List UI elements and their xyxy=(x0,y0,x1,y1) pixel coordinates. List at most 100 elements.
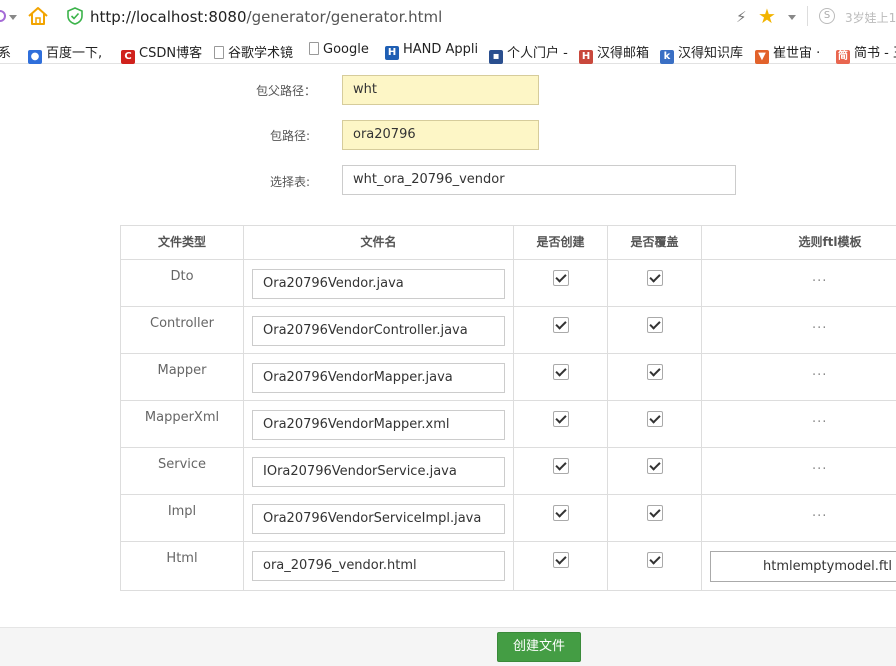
bookmark-label: 系 xyxy=(0,46,12,61)
cover-checkbox[interactable] xyxy=(647,317,663,333)
search-suggestion[interactable]: 3岁娃上1 xyxy=(845,9,896,26)
bookmark-item[interactable]: 系 xyxy=(0,42,11,61)
table-border xyxy=(120,541,896,542)
bookmark-label: 崔世宙 · xyxy=(773,46,821,61)
table-select-label: 选择表: xyxy=(270,175,311,189)
row-type-label: Impl xyxy=(167,504,197,519)
bookmark-label: HAND Appli xyxy=(403,42,479,57)
bookmark-item[interactable]: 简简书 - 王 xyxy=(836,42,896,64)
bookmark-item[interactable]: ▪ 个人门户 - xyxy=(489,42,568,64)
hand-icon: H xyxy=(385,46,399,60)
bookmark-label: 百度一下, xyxy=(46,46,103,61)
table-border xyxy=(513,225,514,591)
bookmark-item[interactable]: ● 百度一下, xyxy=(28,42,102,64)
table-border xyxy=(120,400,896,401)
row-type-label: Dto xyxy=(170,269,194,284)
header-template: 选则ftl模板 xyxy=(798,235,862,249)
cover-checkbox[interactable] xyxy=(647,411,663,427)
bookmark-item[interactable]: k 汉得知识库 xyxy=(660,42,743,64)
create-checkbox[interactable] xyxy=(553,458,569,474)
bookmark-label: 谷歌学术镜 xyxy=(228,46,294,61)
bookmark-label: 个人门户 - xyxy=(507,46,568,61)
create-file-button[interactable]: 创建文件 xyxy=(497,632,581,662)
bookmark-label: Google xyxy=(323,42,369,57)
create-checkbox[interactable] xyxy=(553,552,569,568)
chevron-down-icon[interactable] xyxy=(788,15,796,20)
star-icon[interactable]: ★ xyxy=(758,4,776,28)
table-border xyxy=(243,225,244,591)
table-border xyxy=(607,225,608,591)
bookmark-item[interactable]: ▼ 崔世宙 · xyxy=(755,42,820,64)
header-create: 是否创建 xyxy=(536,235,585,249)
create-checkbox[interactable] xyxy=(553,270,569,286)
lightning-icon[interactable]: ⚡ xyxy=(736,8,747,26)
bookmark-label: 简书 - 王 xyxy=(854,46,896,61)
bookmark-label: 汉得知识库 xyxy=(678,46,744,61)
template-picker[interactable]: ... xyxy=(812,458,827,473)
template-picker[interactable]: ... xyxy=(812,364,827,379)
row-type-label: Html xyxy=(166,551,198,566)
package-label: 包路径: xyxy=(270,129,311,143)
bookmark-label: 汉得邮箱 xyxy=(597,46,650,61)
page-icon xyxy=(214,46,224,59)
bookmark-item[interactable]: 谷歌学术镜 xyxy=(214,42,293,61)
file-name-input[interactable]: Ora20796VendorMapper.xml xyxy=(252,410,505,440)
bookmark-item[interactable]: H 汉得邮箱 xyxy=(579,42,649,64)
page-icon xyxy=(309,42,319,55)
chevron-down-icon[interactable] xyxy=(9,15,17,20)
file-name-input[interactable]: Ora20796VendorServiceImpl.java xyxy=(252,504,505,534)
footer-bar xyxy=(0,627,896,666)
gitlab-fox-icon: ▼ xyxy=(755,50,769,64)
template-picker[interactable]: ... xyxy=(812,411,827,426)
address-bar[interactable]: http://localhost:8080/generator/generato… xyxy=(62,3,809,31)
kb-icon: k xyxy=(660,50,674,64)
cover-checkbox[interactable] xyxy=(647,270,663,286)
file-name-input[interactable]: ora_20796_vendor.html xyxy=(252,551,505,581)
create-checkbox[interactable] xyxy=(553,317,569,333)
url-text: http://localhost:8080/generator/generato… xyxy=(90,8,442,26)
table-border xyxy=(701,225,702,591)
create-checkbox[interactable] xyxy=(553,505,569,521)
package-input[interactable]: ora20796 xyxy=(342,120,539,150)
template-picker[interactable]: ... xyxy=(812,317,827,332)
url-path: /generator/generator.html xyxy=(246,8,443,26)
file-name-input[interactable]: Ora20796VendorMapper.java xyxy=(252,363,505,393)
secure-shield-icon xyxy=(67,7,83,25)
cover-checkbox[interactable] xyxy=(647,505,663,521)
template-picker[interactable]: ... xyxy=(812,270,827,285)
table-select-input[interactable]: wht_ora_20796_vendor xyxy=(342,165,736,195)
table-border xyxy=(120,306,896,307)
create-checkbox[interactable] xyxy=(553,364,569,380)
cover-checkbox[interactable] xyxy=(647,364,663,380)
cover-checkbox[interactable] xyxy=(647,552,663,568)
template-picker[interactable]: ... xyxy=(812,505,827,520)
row-type-label: Mapper xyxy=(157,363,207,378)
url-host: http://localhost:8080 xyxy=(90,8,247,26)
create-checkbox[interactable] xyxy=(553,411,569,427)
bookmark-item[interactable]: Google xyxy=(309,42,369,57)
header-file-type: 文件类型 xyxy=(157,235,206,249)
header-cover: 是否覆盖 xyxy=(630,235,679,249)
search-engine-icon[interactable]: S xyxy=(819,8,835,24)
profile-icon[interactable] xyxy=(0,10,6,22)
home-icon[interactable] xyxy=(27,6,49,26)
bookmark-label: CSDN博客 xyxy=(139,46,203,61)
file-name-input[interactable]: Ora20796VendorController.java xyxy=(252,316,505,346)
parent-package-input[interactable]: wht xyxy=(342,75,539,105)
bookmark-item[interactable]: H HAND Appli xyxy=(385,42,478,60)
baidu-paw-icon: ● xyxy=(28,50,42,64)
bookmarks-bar: 系 ● 百度一下, C CSDN博客 谷歌学术镜 Google H HAND Appl… xyxy=(0,37,896,64)
table-border xyxy=(120,353,896,354)
file-name-input[interactable]: Ora20796Vendor.java xyxy=(252,269,505,299)
table-border xyxy=(120,494,896,495)
bookmark-item[interactable]: C CSDN博客 xyxy=(121,42,202,64)
cover-checkbox[interactable] xyxy=(647,458,663,474)
table-border xyxy=(120,259,896,260)
mail-icon: H xyxy=(579,50,593,64)
template-input[interactable]: htmlemptymodel.ftl xyxy=(710,551,896,582)
parent-package-label: 包父路径： xyxy=(256,84,317,98)
table-border xyxy=(120,590,896,591)
file-name-input[interactable]: IOra20796VendorService.java xyxy=(252,457,505,487)
row-type-label: Controller xyxy=(150,316,214,331)
table-border xyxy=(120,225,896,226)
